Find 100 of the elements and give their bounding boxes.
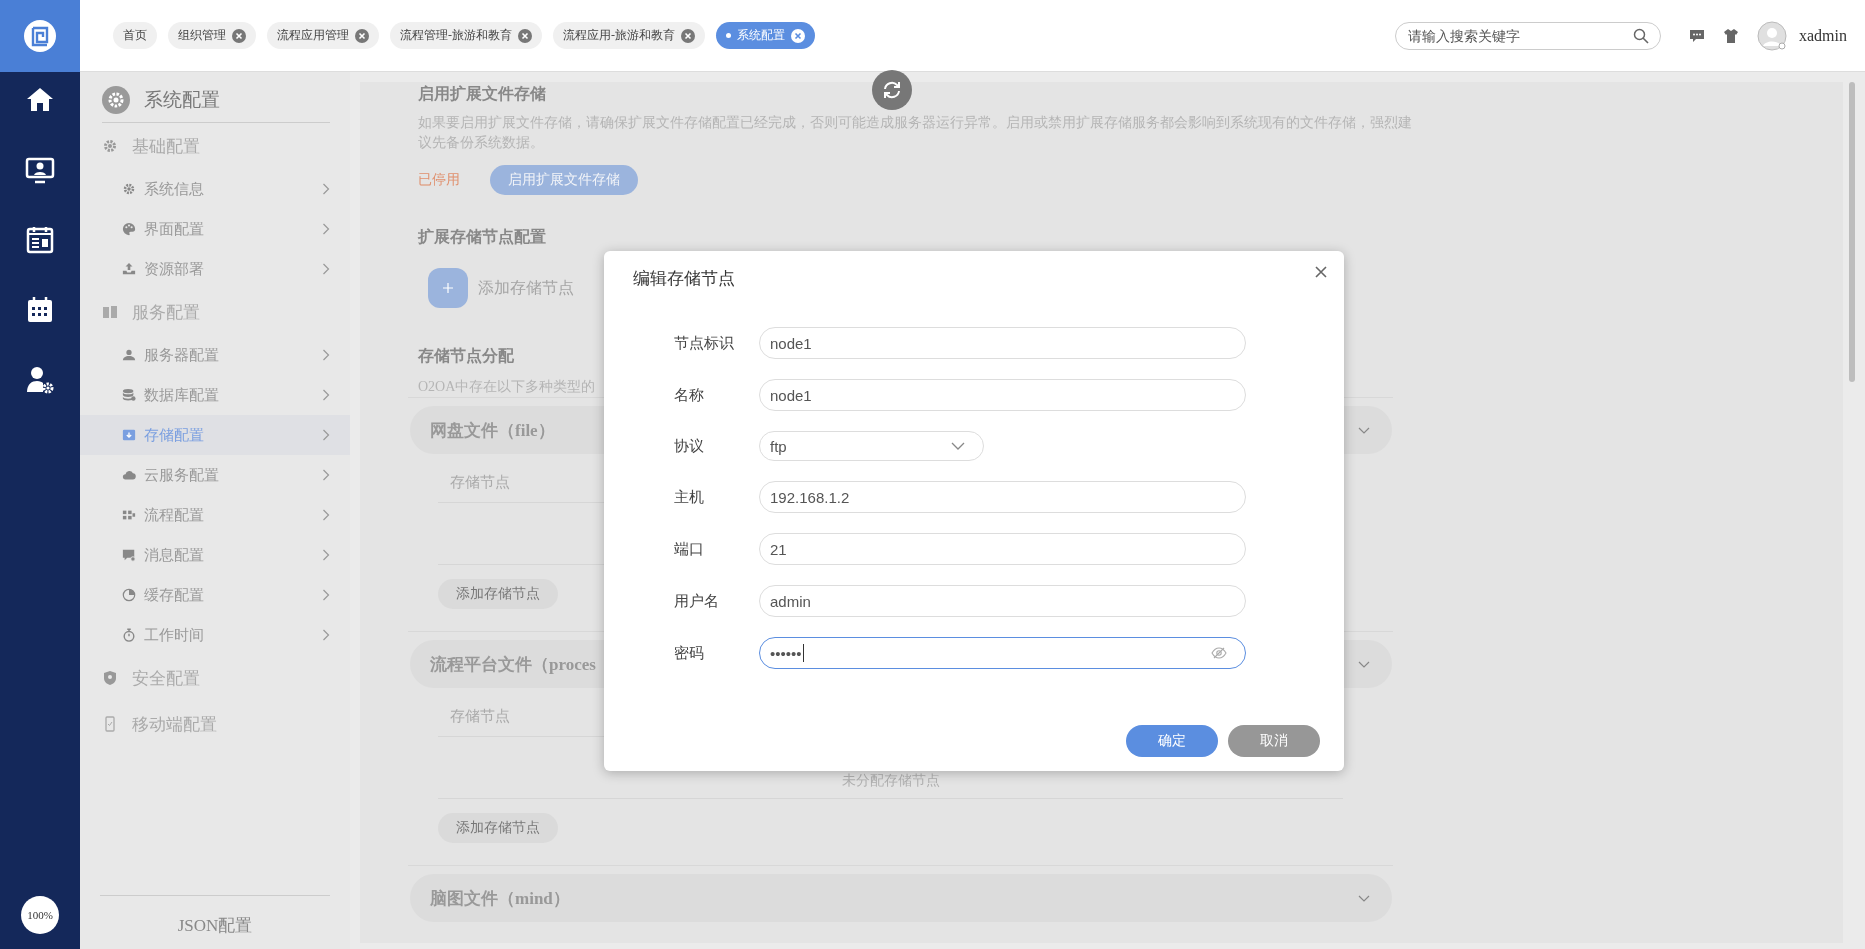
tab-label: 流程应用管理	[277, 27, 349, 44]
tab[interactable]: 首页	[113, 22, 157, 49]
chevron-right-icon	[322, 429, 330, 441]
json-config-link[interactable]: JSON配置	[100, 895, 330, 937]
gear-icon	[122, 182, 136, 196]
chevron-right-icon	[322, 263, 330, 275]
database-icon	[122, 388, 136, 402]
sidebar-item[interactable]: 流程配置	[80, 495, 350, 535]
chevron-right-icon	[322, 223, 330, 235]
sidebar-item[interactable]: 云服务配置	[80, 455, 350, 495]
gear-icon	[102, 86, 130, 114]
tab-label: 流程管理-旅游和教育	[400, 27, 512, 44]
sidebar-item[interactable]: 存储配置	[80, 415, 350, 455]
close-icon[interactable]	[681, 28, 695, 43]
tab-label: 组织管理	[178, 27, 226, 44]
tab-label: 系统配置	[737, 27, 785, 44]
close-icon	[1315, 266, 1327, 278]
chevron-right-icon	[322, 549, 330, 561]
user-name[interactable]: xadmin	[1799, 26, 1847, 45]
sidebar-title: 系统配置	[144, 88, 220, 112]
pie-icon	[122, 588, 136, 602]
tab[interactable]: 流程应用-旅游和教育	[553, 22, 705, 49]
chevron-right-icon	[322, 349, 330, 361]
field-label: 端口	[674, 539, 705, 559]
add-node-button[interactable]: 添加存储节点	[438, 579, 558, 609]
close-icon[interactable]	[232, 28, 246, 43]
chevron-right-icon	[322, 183, 330, 195]
tab-label: 流程应用-旅游和教育	[563, 27, 675, 44]
upload-icon	[122, 262, 136, 276]
sidebar-item[interactable]: 缓存配置	[80, 575, 350, 615]
category-title: 流程平台文件（proces	[430, 653, 596, 676]
chevron-down-icon	[951, 441, 965, 451]
chevron-right-icon	[322, 629, 330, 641]
active-dot	[726, 33, 731, 38]
sidebar-item[interactable]: 工作时间	[80, 615, 350, 655]
tab[interactable]: 流程管理-旅游和教育	[390, 22, 542, 49]
avatar-icon	[1757, 20, 1787, 51]
close-icon[interactable]	[355, 28, 369, 43]
tab[interactable]: 组织管理	[168, 22, 256, 49]
field-label: 节点标识	[674, 333, 735, 353]
field-label: 用户名	[674, 591, 720, 611]
search-icon	[1633, 27, 1649, 44]
add-node-label[interactable]: 添加存储节点	[478, 277, 574, 299]
sidebar-item[interactable]: 数据库配置	[80, 375, 350, 415]
add-node-button[interactable]: 添加存储节点	[438, 813, 558, 843]
sidebar-item[interactable]: 资源部署	[80, 249, 350, 289]
tab[interactable]: 流程应用管理	[267, 22, 379, 49]
user-gear-nav-button[interactable]	[24, 364, 56, 396]
sidebar-item[interactable]: 服务器配置	[80, 335, 350, 375]
category-header[interactable]: 脑图文件（mind）	[410, 874, 1392, 922]
field-label: 密码	[674, 643, 705, 663]
field-label: 协议	[674, 436, 705, 456]
confirm-button[interactable]: 确定	[1126, 725, 1218, 757]
dialog-title: 编辑存储节点	[633, 268, 735, 290]
category-title: 脑图文件（mind）	[430, 887, 570, 910]
sidebar-group[interactable]: 基础配置	[80, 123, 350, 169]
logo-icon	[23, 19, 57, 53]
sidebar-group[interactable]: 安全配置	[80, 655, 350, 701]
storage-status: 已停用	[418, 171, 460, 189]
category-title: 网盘文件（file）	[430, 419, 555, 442]
section-title: 扩展存储节点配置	[418, 227, 546, 247]
tab-label: 首页	[123, 27, 147, 44]
search-field[interactable]: 请输入搜索关键字	[1395, 21, 1661, 50]
user-gear-icon	[24, 364, 56, 396]
section-title: 启用扩展文件存储	[418, 84, 546, 104]
sidebar-item[interactable]: 系统信息	[80, 169, 350, 209]
chevron-right-icon	[322, 469, 330, 481]
shield-icon	[102, 670, 118, 686]
close-button[interactable]	[1315, 266, 1329, 280]
flow-icon	[122, 508, 136, 522]
sidebar-group[interactable]: 移动端配置	[80, 701, 350, 747]
plus-icon	[442, 282, 454, 294]
close-icon[interactable]	[791, 28, 805, 43]
field-label: 名称	[674, 385, 705, 405]
chat-icon[interactable]	[1689, 27, 1705, 44]
server-icon	[102, 304, 118, 320]
refresh-icon	[881, 79, 903, 101]
cancel-button[interactable]: 取消	[1228, 725, 1320, 757]
chevron-right-icon	[322, 509, 330, 521]
form-nav-button[interactable]	[24, 224, 56, 256]
form-icon	[24, 224, 56, 256]
storage-icon	[122, 428, 136, 442]
sidebar-group[interactable]: 服务配置	[80, 289, 350, 335]
user-icon	[122, 348, 136, 362]
chevron-right-icon	[322, 589, 330, 601]
section-title: 存储节点分配	[418, 346, 514, 366]
enable-storage-button[interactable]: 启用扩展文件存储	[490, 165, 638, 195]
message-icon	[122, 548, 136, 562]
stopwatch-icon	[122, 628, 136, 642]
zoom-level-button[interactable]: 100%	[21, 896, 59, 934]
sidebar-item[interactable]: 消息配置	[80, 535, 350, 575]
add-node-button[interactable]	[428, 268, 468, 308]
gear-icon	[102, 138, 118, 154]
tab[interactable]: 系统配置	[716, 22, 815, 49]
close-icon[interactable]	[518, 28, 532, 43]
chevron-right-icon	[322, 389, 330, 401]
sidebar-item[interactable]: 界面配置	[80, 209, 350, 249]
phone-icon	[102, 716, 118, 732]
shirt-icon[interactable]	[1723, 27, 1739, 44]
cloud-icon	[122, 468, 136, 482]
